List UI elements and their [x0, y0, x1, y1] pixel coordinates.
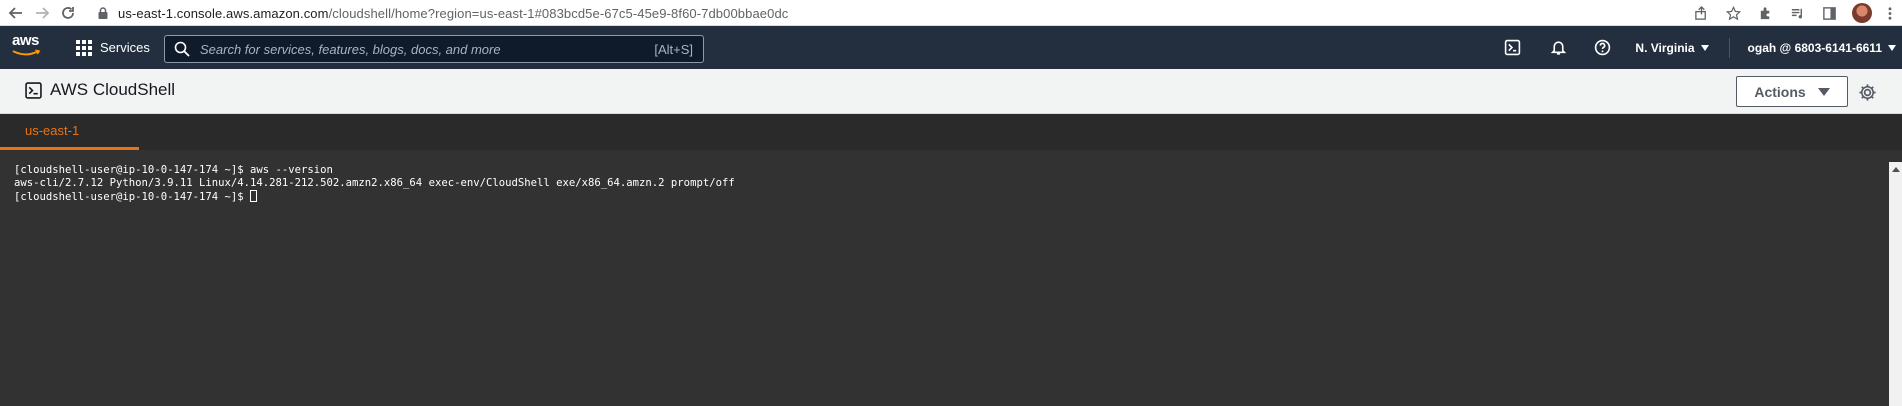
- side-panel-icon[interactable]: [1820, 4, 1838, 22]
- more-menu-icon[interactable]: [1886, 4, 1894, 22]
- cloudshell-header: AWS CloudShell Actions: [0, 69, 1902, 114]
- tab-us-east-1[interactable]: us-east-1: [0, 114, 139, 150]
- terminal-cursor: [250, 190, 257, 202]
- terminal-line: aws-cli/2.7.12 Python/3.9.11 Linux/4.14.…: [14, 177, 735, 189]
- back-icon[interactable]: [4, 1, 28, 25]
- forward-icon[interactable]: [30, 1, 54, 25]
- session-tab-bar: us-east-1: [0, 114, 1902, 150]
- aws-logo-text: aws: [12, 32, 39, 49]
- browser-actions: [1692, 0, 1902, 26]
- actions-caret-icon: [1817, 87, 1830, 96]
- url-path: /cloudshell/home?region=us-east-1#083bcd…: [328, 5, 789, 21]
- lock-icon: [98, 7, 108, 19]
- page-title-text: AWS CloudShell: [50, 80, 176, 99]
- terminal-icon: [25, 81, 42, 99]
- gear-icon[interactable]: [1858, 83, 1877, 102]
- extensions-icon[interactable]: [1756, 4, 1774, 22]
- services-grid-icon: [76, 39, 92, 56]
- notifications-bell-icon[interactable]: [1549, 39, 1567, 57]
- actions-label: Actions: [1754, 83, 1806, 100]
- actions-button[interactable]: Actions: [1736, 76, 1848, 107]
- terminal-line: [cloudshell-user@ip-10-0-147-174 ~]$ aws…: [14, 164, 333, 176]
- search-input[interactable]: Search for services, features, blogs, do…: [164, 35, 704, 63]
- scroll-up-arrow-icon[interactable]: [1892, 167, 1900, 172]
- nav-divider: [1728, 37, 1730, 58]
- aws-global-nav: aws Services Search for services, featur…: [0, 26, 1902, 69]
- services-label: Services: [100, 40, 150, 55]
- bookmark-star-icon[interactable]: [1724, 4, 1742, 22]
- help-icon[interactable]: [1593, 39, 1611, 57]
- address-bar[interactable]: us-east-1.console.aws.amazon.com/cloudsh…: [96, 0, 788, 26]
- share-icon[interactable]: [1692, 4, 1710, 22]
- reload-icon[interactable]: [56, 1, 80, 25]
- region-selector[interactable]: N. Virginia: [1635, 40, 1709, 55]
- terminal-line: [cloudshell-user@ip-10-0-147-174 ~]$: [14, 191, 250, 203]
- page-title: AWS CloudShell: [25, 80, 175, 100]
- nav-right-group: N. Virginia ogah @ 6803-6141-6611: [1503, 26, 1902, 69]
- tab-label: us-east-1: [25, 123, 80, 138]
- account-menu[interactable]: ogah @ 6803-6141-6611: [1748, 41, 1896, 55]
- cloudshell-icon[interactable]: [1503, 39, 1521, 57]
- terminal-scrollbar[interactable]: [1889, 162, 1902, 406]
- search-placeholder: Search for services, features, blogs, do…: [200, 41, 501, 57]
- aws-smile-icon: [12, 49, 41, 56]
- region-caret-icon: [1700, 44, 1709, 51]
- browser-toolbar: us-east-1.console.aws.amazon.com/cloudsh…: [0, 0, 1902, 26]
- account-label: ogah @ 6803-6141-6611: [1747, 40, 1882, 55]
- terminal-output: [cloudshell-user@ip-10-0-147-174 ~]$ aws…: [14, 164, 735, 204]
- url-host: us-east-1.console.aws.amazon.com: [118, 5, 329, 21]
- aws-logo[interactable]: aws: [12, 32, 44, 62]
- terminal-area[interactable]: [cloudshell-user@ip-10-0-147-174 ~]$ aws…: [0, 150, 1902, 406]
- terminal-line-prompt: [cloudshell-user@ip-10-0-147-174 ~]$: [14, 190, 735, 204]
- search-icon: [174, 41, 190, 57]
- account-caret-icon: [1888, 44, 1896, 51]
- media-controls-icon[interactable]: [1788, 4, 1806, 22]
- profile-avatar[interactable]: [1852, 3, 1872, 23]
- url-text: us-east-1.console.aws.amazon.com/cloudsh…: [118, 6, 788, 21]
- services-menu-button[interactable]: Services: [76, 26, 150, 69]
- region-label: N. Virginia: [1635, 40, 1695, 55]
- search-shortcut: [Alt+S]: [654, 41, 693, 57]
